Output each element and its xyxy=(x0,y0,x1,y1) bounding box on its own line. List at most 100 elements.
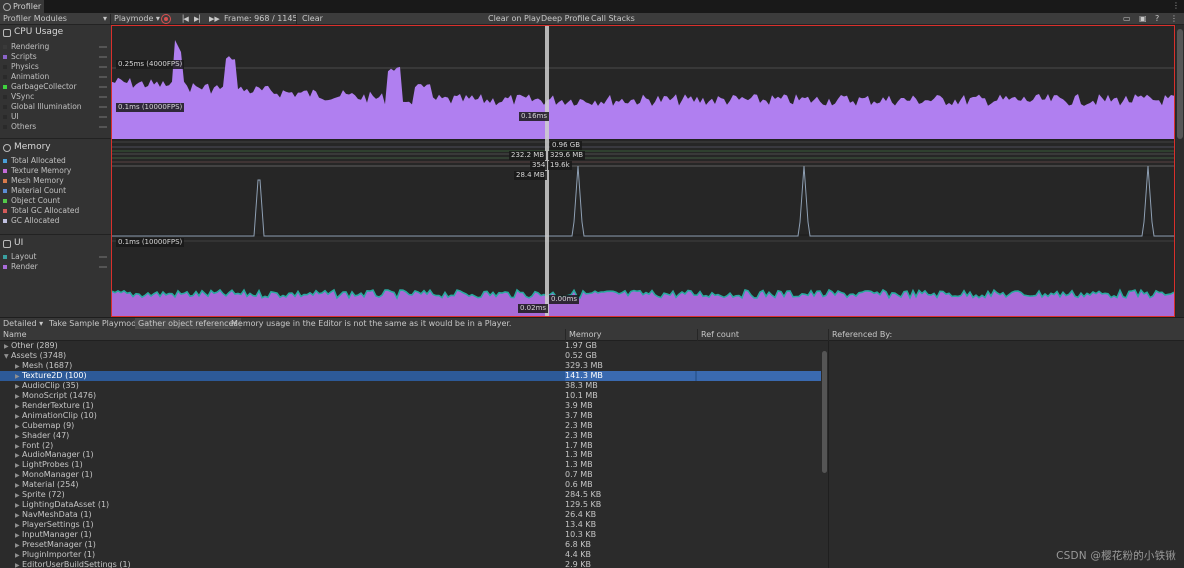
legend-layout[interactable]: Layout xyxy=(3,252,109,262)
row-memory: 3.7 MB xyxy=(565,410,593,420)
legend-physics[interactable]: Physics xyxy=(3,62,109,72)
table-row[interactable]: ▶ AudioClip (35) 38.3 MB xyxy=(0,381,820,391)
memory-left2-label: 28.4 MB xyxy=(514,171,547,180)
memory-module-title: Memory xyxy=(3,142,51,153)
dropdown-arrow-icon: ▾ xyxy=(39,319,44,328)
deep-profile-button[interactable]: Deep Profile xyxy=(538,13,593,25)
ui-upper-label: 0.1ms (10000FPS) xyxy=(116,238,185,247)
legend-ui[interactable]: UI xyxy=(3,112,109,122)
legend-garbagecollector[interactable]: GarbageCollector xyxy=(3,82,109,92)
window-kebab-icon[interactable]: ⋮ xyxy=(1172,1,1180,11)
cpu-module-title: CPU Usage xyxy=(3,27,63,38)
table-row[interactable]: ▶ PresetManager (1) 6.8 KB xyxy=(0,540,820,550)
graph-scroll-thumb[interactable] xyxy=(1177,29,1183,139)
memory-mid-label: 354 xyxy=(530,161,548,170)
row-memory: 329.3 MB xyxy=(565,360,603,370)
table-row[interactable]: ▶ PlayerSettings (1) 13.4 KB xyxy=(0,520,820,530)
clear-button[interactable]: Clear xyxy=(299,13,326,25)
table-row[interactable]: ▶ LightingDataAsset (1) 129.5 KB xyxy=(0,500,820,510)
table-row[interactable]: ▶ Shader (47) 2.3 MB xyxy=(0,431,820,441)
graph-scrollbar[interactable] xyxy=(1176,25,1184,317)
editor-memory-notice: Memory usage in the Editor is not the sa… xyxy=(231,319,512,328)
kebab-icon[interactable]: ⋮ xyxy=(1170,13,1178,25)
column-ref-count[interactable]: Ref count xyxy=(697,329,828,341)
table-row[interactable]: ▶ Sprite (72) 284.5 KB xyxy=(0,490,820,500)
legend-global-illumination[interactable]: Global Illumination xyxy=(3,102,109,112)
table-row[interactable]: ▶ Texture2D (100) 141.3 MB xyxy=(0,370,821,381)
table-row[interactable]: ▶ Font (2) 1.7 MB xyxy=(0,441,820,451)
table-row[interactable]: ▶ Other (289) 1.97 GB xyxy=(0,341,820,351)
cpu-module[interactable]: CPU Usage Rendering Scripts Physics Anim… xyxy=(0,25,111,139)
step-back-icon[interactable]: ▕◀ xyxy=(178,13,189,25)
frame-counter: Frame: 968 / 1145 xyxy=(224,14,298,23)
legend-others[interactable]: Others xyxy=(3,122,109,132)
profiler-toolbar: Profiler Modules ▾ Playmode ▾ ▕◀ ▶▏ ▶▶ F… xyxy=(0,13,1184,25)
table-row[interactable]: ▼ Assets (3748) 0.52 GB xyxy=(0,351,820,361)
gather-references-toggle[interactable]: Gather object references xyxy=(135,318,241,329)
save-icon[interactable]: ▣ xyxy=(1139,13,1147,25)
legend-gc-allocated[interactable]: GC Allocated xyxy=(3,216,109,226)
table-row[interactable]: ▶ RenderTexture (1) 3.9 MB xyxy=(0,401,820,411)
cpu-icon xyxy=(3,28,11,37)
row-memory: 2.3 MB xyxy=(565,430,593,440)
row-memory: 3.9 MB xyxy=(565,400,593,410)
legend-render[interactable]: Render xyxy=(3,262,109,272)
take-sample-button[interactable]: Take Sample Playmode xyxy=(49,318,141,329)
table-row[interactable]: ▶ Mesh (1687) 329.3 MB xyxy=(0,361,820,371)
legend-animation[interactable]: Animation xyxy=(3,72,109,82)
table-row[interactable]: ▶ NavMeshData (1) 26.4 KB xyxy=(0,510,820,520)
profiler-modules-dropdown[interactable]: Profiler Modules ▾ xyxy=(0,13,110,25)
skip-to-end-icon[interactable]: ▶▶ xyxy=(209,13,220,25)
tab-profiler[interactable]: Profiler xyxy=(0,0,44,13)
table-row[interactable]: ▶ MonoManager (1) 0.7 MB xyxy=(0,470,820,480)
gc-allocated-line xyxy=(112,165,1174,237)
tree-scroll-thumb[interactable] xyxy=(822,351,827,473)
memory-module[interactable]: Memory Total Allocated Texture Memory Me… xyxy=(0,139,111,235)
folder-open-icon[interactable]: ▭ xyxy=(1123,13,1131,25)
legend-vsync[interactable]: VSync xyxy=(3,92,109,102)
table-row[interactable]: ▶ LightProbes (1) 1.3 MB xyxy=(0,460,820,470)
cpu-usage-area xyxy=(112,40,1174,139)
table-row[interactable]: ▶ EditorUserBuildSettings (1) 2.9 KB xyxy=(0,560,820,568)
table-row[interactable]: ▶ MonoScript (1476) 10.1 MB xyxy=(0,391,820,401)
legend-object-count[interactable]: Object Count xyxy=(3,196,109,206)
table-row[interactable]: ▶ Material (254) 0.6 MB xyxy=(0,480,820,490)
tree-scrollbar[interactable] xyxy=(821,349,828,568)
clear-on-play-button[interactable]: Clear on Play xyxy=(485,13,544,25)
playmode-dropdown[interactable]: Playmode ▾ xyxy=(111,13,163,25)
row-memory: 1.7 MB xyxy=(565,440,593,450)
record-icon[interactable] xyxy=(161,14,171,24)
memory-right1-label: 329.6 MB xyxy=(548,151,586,160)
table-row[interactable]: ▶ PluginImporter (1) 4.4 KB xyxy=(0,550,820,560)
ui-cursor-bottom-label: 0.02ms xyxy=(518,304,549,313)
row-memory: 38.3 MB xyxy=(565,380,598,390)
table-row[interactable]: ▶ AudioManager (1) 1.3 MB xyxy=(0,450,820,460)
legend-material-count[interactable]: Material Count xyxy=(3,186,109,196)
details-toolbar: Detailed ▾ Take Sample Playmode Gather o… xyxy=(0,317,1184,329)
row-memory: 4.4 KB xyxy=(565,549,591,559)
view-mode-dropdown[interactable]: Detailed ▾ xyxy=(3,318,43,329)
dropdown-arrow-icon: ▾ xyxy=(102,14,107,23)
legend-rendering[interactable]: Rendering xyxy=(3,42,109,52)
legend-scripts[interactable]: Scripts xyxy=(3,52,109,62)
cpu-lower-label: 0.1ms (10000FPS) xyxy=(116,103,185,112)
legend-texture-memory[interactable]: Texture Memory xyxy=(3,166,109,176)
table-row[interactable]: ▶ AnimationClip (10) 3.7 MB xyxy=(0,411,820,421)
column-name[interactable]: Name xyxy=(0,329,565,341)
profiler-graph-area[interactable]: 0.25ms (4000FPS) 0.1ms (10000FPS) 0.16ms… xyxy=(111,25,1175,317)
table-row[interactable]: ▶ InputManager (1) 10.3 KB xyxy=(0,530,820,540)
step-forward-icon[interactable]: ▶▏ xyxy=(194,13,205,25)
profiler-graphs-svg xyxy=(112,40,1174,316)
row-memory: 10.3 KB xyxy=(565,530,597,540)
call-stacks-button[interactable]: Call Stacks xyxy=(588,13,638,25)
legend-total-allocated[interactable]: Total Allocated xyxy=(3,156,109,166)
row-memory: 2.9 KB xyxy=(565,559,591,568)
table-row[interactable]: ▶ Cubemap (9) 2.3 MB xyxy=(0,421,820,431)
row-memory: 1.3 MB xyxy=(565,460,593,470)
legend-mesh-memory[interactable]: Mesh Memory xyxy=(3,176,109,186)
legend-total-gc-allocated[interactable]: Total GC Allocated xyxy=(3,206,109,216)
help-icon[interactable]: ? xyxy=(1155,13,1159,25)
collapsed-arrow-icon[interactable]: ▶ xyxy=(15,561,22,568)
column-memory[interactable]: Memory xyxy=(565,329,697,341)
ui-module[interactable]: UI Layout Render xyxy=(0,235,111,317)
